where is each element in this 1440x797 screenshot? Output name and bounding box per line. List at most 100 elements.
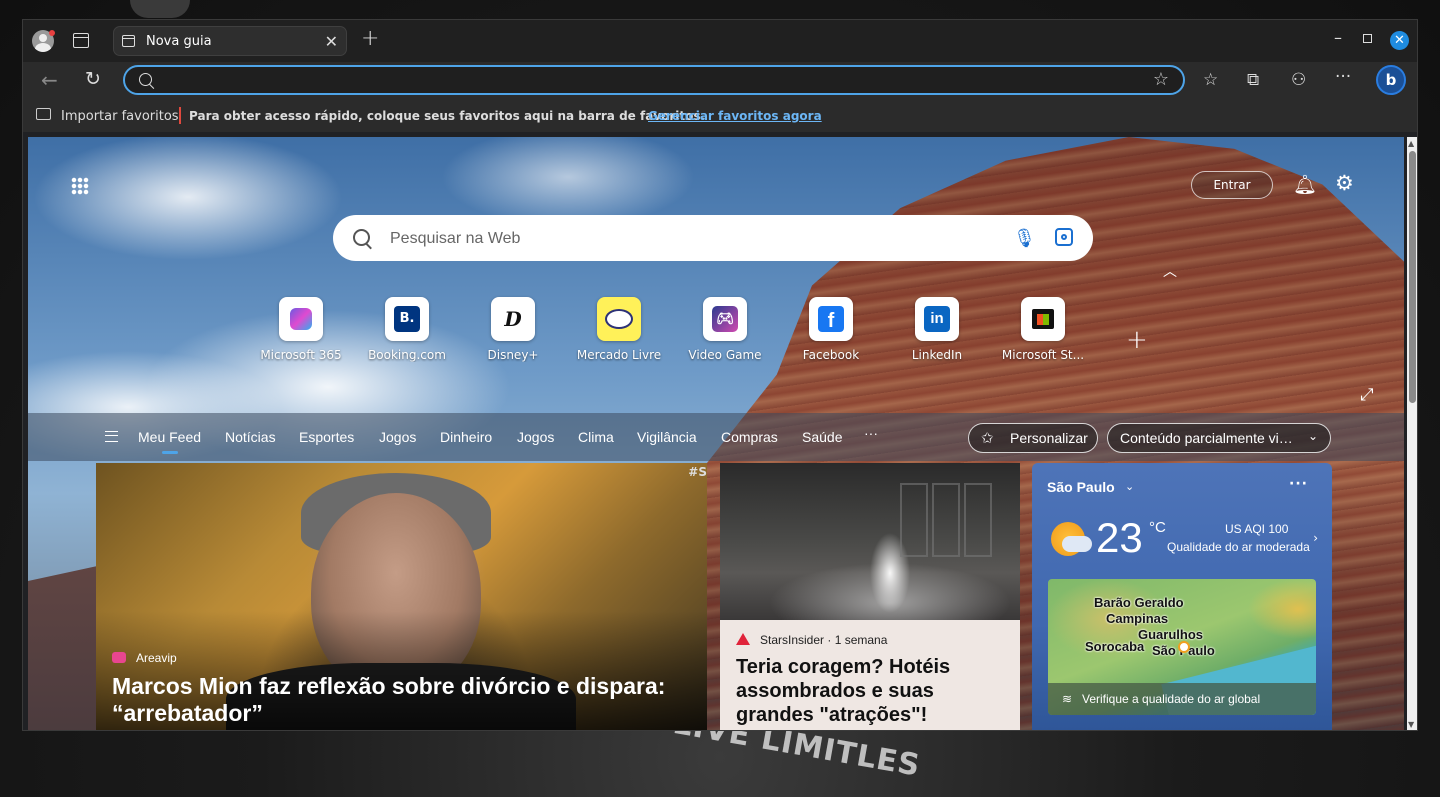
map-label: Campinas bbox=[1106, 611, 1169, 626]
map-footer[interactable]: ≋ Verifique a qualidade do ar global bbox=[1048, 683, 1316, 715]
feed-tab-vigilancia[interactable]: Vigilância bbox=[637, 429, 697, 445]
feed-tab-dinheiro[interactable]: Dinheiro bbox=[440, 429, 492, 445]
microphone-icon[interactable]: 🎙︎ bbox=[1013, 228, 1036, 249]
scroll-down-arrow-icon[interactable]: ▼ bbox=[1408, 720, 1414, 729]
newtab-favicon-icon bbox=[122, 35, 135, 47]
feed-tab-saude[interactable]: Saúde bbox=[802, 429, 842, 445]
feed-more-button[interactable]: ··· bbox=[864, 425, 878, 441]
weather-card[interactable]: São Paulo ⌄ ··· 23 °C US AQI 100 Qualida… bbox=[1032, 463, 1332, 730]
quick-link-label: Microsoft 365 bbox=[260, 348, 342, 362]
personalize-icon: ✩ bbox=[981, 430, 994, 447]
search-icon bbox=[139, 73, 152, 86]
quick-link-mercado-livre[interactable]: Mercado Livre bbox=[566, 297, 672, 362]
booking-icon: B. bbox=[385, 297, 429, 341]
collapse-chevron-icon[interactable]: ︿ bbox=[1163, 261, 1177, 281]
profile-notification-dot bbox=[49, 30, 55, 36]
personalize-button[interactable]: ✩ Personalizar bbox=[968, 423, 1098, 453]
scrollbar-thumb[interactable] bbox=[1409, 151, 1416, 403]
linkedin-icon: in bbox=[915, 297, 959, 341]
content-visibility-label: Conteúdo parcialmente visível bbox=[1120, 430, 1298, 446]
manage-favorites-link[interactable]: Gerenciar favoritos agora bbox=[648, 109, 822, 123]
more-menu-icon[interactable]: ··· bbox=[1335, 67, 1351, 87]
feed-tab-meu-feed[interactable]: Meu Feed bbox=[138, 429, 201, 454]
quick-link-video-game[interactable]: 🎮︎ Video Game bbox=[672, 297, 778, 362]
quick-link-disney-plus[interactable]: D Disney+ bbox=[460, 297, 566, 362]
feed-tab-compras[interactable]: Compras bbox=[721, 429, 778, 445]
feed-tab-noticias[interactable]: Notícias bbox=[225, 429, 276, 445]
article-source: Areavip bbox=[136, 651, 177, 665]
feed-tab-esportes[interactable]: Esportes bbox=[299, 429, 354, 445]
weather-city[interactable]: São Paulo bbox=[1047, 479, 1115, 495]
article-source: StarsInsider · 1 semana bbox=[760, 633, 888, 647]
tab-close-icon[interactable]: ✕ bbox=[325, 32, 338, 51]
mercado-livre-icon bbox=[597, 297, 641, 341]
chevron-right-icon[interactable]: › bbox=[1313, 531, 1318, 545]
feed-tab-clima[interactable]: Clima bbox=[578, 429, 614, 445]
image-window bbox=[932, 483, 960, 557]
import-favorites-label[interactable]: Importar favoritos bbox=[61, 109, 179, 124]
minimize-button[interactable]: – bbox=[1334, 28, 1342, 47]
temperature-unit[interactable]: °C bbox=[1149, 519, 1166, 536]
quick-link-linkedin[interactable]: in LinkedIn bbox=[884, 297, 990, 362]
air-quality-icon: ≋ bbox=[1062, 692, 1073, 706]
favorites-icon[interactable]: ☆ bbox=[1203, 70, 1218, 90]
app-launcher-icon[interactable] bbox=[71, 177, 89, 195]
search-icon bbox=[353, 229, 370, 246]
air-quality-map[interactable]: Barão Geraldo Campinas Guarulhos Sorocab… bbox=[1048, 579, 1316, 715]
reload-button[interactable]: ↻ bbox=[85, 68, 101, 90]
quick-link-microsoft-store[interactable]: Microsoft St... bbox=[990, 297, 1096, 362]
collections-icon[interactable]: ⧉ bbox=[1247, 70, 1259, 90]
quick-link-label: Microsoft St... bbox=[1001, 348, 1085, 362]
add-favorite-star-icon[interactable]: ☆ bbox=[1153, 69, 1169, 90]
tab-actions-icon[interactable] bbox=[73, 33, 89, 48]
tab-nova-guia[interactable]: Nova guia ✕ bbox=[113, 26, 347, 56]
settings-gear-icon[interactable]: ⚙ bbox=[1335, 171, 1354, 195]
expand-background-icon[interactable]: ⤢ bbox=[1360, 385, 1374, 405]
quick-link-booking[interactable]: B. Booking.com bbox=[354, 297, 460, 362]
scroll-up-arrow-icon[interactable]: ▲ bbox=[1408, 139, 1414, 148]
address-bar[interactable]: ☆ bbox=[123, 65, 1185, 95]
import-favorites-icon[interactable] bbox=[36, 108, 51, 120]
global-air-quality-link[interactable]: Verifique a qualidade do ar global bbox=[1082, 692, 1260, 706]
areavip-source-icon bbox=[112, 652, 126, 663]
extensions-icon[interactable]: ⚇ bbox=[1291, 70, 1306, 90]
starsinsider-source-icon bbox=[736, 633, 750, 645]
article-headline[interactable]: Teria coragem? Hotéis assombrados e suas… bbox=[736, 655, 1011, 727]
feed-tab-jogos[interactable]: Jogos bbox=[379, 429, 416, 445]
maximize-button[interactable] bbox=[1363, 34, 1372, 43]
chevron-down-icon[interactable]: ⌄ bbox=[1125, 480, 1134, 493]
new-tab-button[interactable]: + bbox=[361, 28, 379, 50]
web-search-box[interactable]: 🎙︎ bbox=[333, 215, 1093, 261]
vertical-scrollbar[interactable]: ▲ ▼ bbox=[1407, 137, 1417, 730]
air-quality-index: US AQI 100 bbox=[1225, 522, 1289, 536]
add-quick-link-button[interactable]: + bbox=[1126, 325, 1148, 355]
air-quality-description: Qualidade do ar moderada bbox=[1167, 540, 1310, 554]
hamburger-menu-icon[interactable] bbox=[105, 431, 118, 442]
image-window bbox=[900, 483, 928, 557]
visual-search-icon[interactable] bbox=[1055, 228, 1073, 246]
web-search-input[interactable] bbox=[388, 227, 972, 251]
close-window-button[interactable]: ✕ bbox=[1390, 31, 1409, 50]
tab-strip: Nova guia ✕ + – ✕ bbox=[23, 20, 1417, 62]
image-window bbox=[964, 483, 992, 557]
quick-link-facebook[interactable]: f Facebook bbox=[778, 297, 884, 362]
map-location-pin bbox=[1178, 641, 1190, 653]
article-headline[interactable]: Marcos Mion faz reflexão sobre divórcio … bbox=[112, 673, 702, 727]
content-visibility-dropdown[interactable]: Conteúdo parcialmente visível ⌄ bbox=[1107, 423, 1331, 453]
map-label: Sorocaba bbox=[1085, 639, 1145, 654]
feed-tab-jogos-2[interactable]: Jogos bbox=[517, 429, 554, 445]
signin-button[interactable]: Entrar bbox=[1191, 171, 1273, 199]
news-card-secondary[interactable]: StarsInsider · 1 semana Teria coragem? H… bbox=[720, 463, 1020, 730]
map-label: Guarulhos bbox=[1138, 627, 1204, 642]
weather-more-icon[interactable]: ··· bbox=[1289, 476, 1308, 492]
weather-temperature: 23 bbox=[1096, 514, 1143, 561]
cloud-icon bbox=[1062, 536, 1092, 552]
notifications-bell-icon[interactable]: 🔔︎ bbox=[1293, 173, 1317, 196]
address-input[interactable] bbox=[165, 71, 1129, 91]
quick-link-microsoft-365[interactable]: Microsoft 365 bbox=[248, 297, 354, 362]
chevron-down-icon: ⌄ bbox=[1307, 429, 1318, 443]
bing-copilot-button[interactable]: b bbox=[1376, 65, 1406, 95]
quick-link-label: Mercado Livre bbox=[576, 348, 662, 362]
news-card-main[interactable]: #S Areavip Marcos Mion faz reflexão sobr… bbox=[96, 463, 707, 730]
back-button[interactable]: ← bbox=[41, 68, 58, 92]
